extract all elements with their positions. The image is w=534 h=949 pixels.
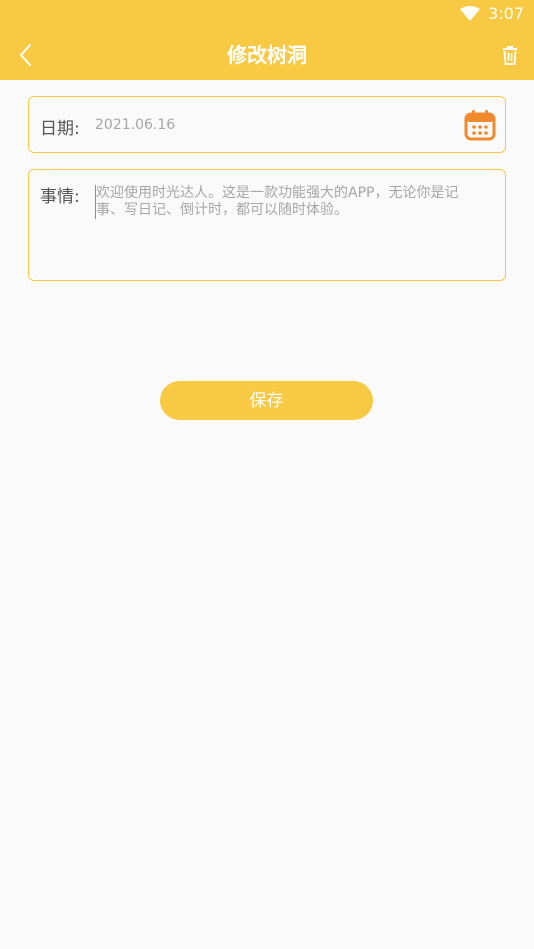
save-button[interactable]: 保存 (160, 381, 373, 420)
event-field[interactable]: 事情: 欢迎使用时光达人。这是一款功能强大的APP，无论你是记事、写日记、倒计时… (28, 169, 506, 281)
date-field[interactable]: 日期: 2021.06.16 (28, 96, 506, 153)
date-label: 日期: (40, 119, 80, 139)
event-label: 事情: (40, 187, 80, 207)
status-time: 3:07 (488, 4, 524, 23)
event-input[interactable]: 欢迎使用时光达人。这是一款功能强大的APP，无论你是记事、写日记、倒计时，都可以… (95, 185, 486, 219)
date-value[interactable]: 2021.06.16 (95, 117, 175, 133)
wifi-icon (460, 5, 481, 21)
trash-icon[interactable] (500, 45, 520, 65)
status-bar: 3:07 (0, 0, 534, 30)
app-bar: 修改树洞 (0, 30, 534, 80)
calendar-icon[interactable] (464, 109, 496, 141)
page-title: 修改树洞 (227, 43, 307, 67)
status-icons: 3:07 (460, 4, 524, 23)
